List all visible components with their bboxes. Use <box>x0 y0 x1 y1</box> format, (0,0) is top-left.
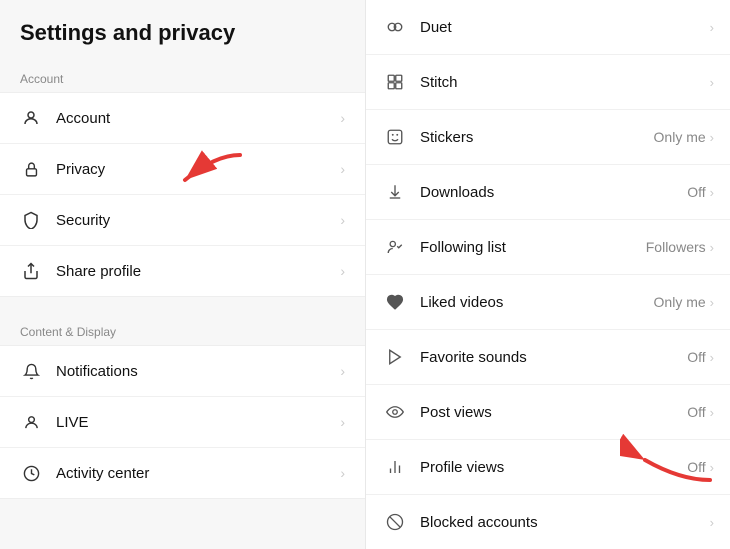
activity-center-label: Activity center <box>56 465 340 482</box>
stickers-chevron: › <box>710 130 714 145</box>
account-icon <box>20 107 42 129</box>
stitch-label: Stitch <box>420 74 706 91</box>
duet-chevron: › <box>710 20 714 35</box>
menu-item-security[interactable]: Security › <box>0 195 365 246</box>
privacy-item-stickers[interactable]: Stickers Only me › <box>366 110 730 165</box>
favorite-sounds-value: Off <box>687 349 705 365</box>
liked-videos-value: Only me <box>654 294 706 310</box>
privacy-item-post-views[interactable]: Post views Off › <box>366 385 730 440</box>
duet-label: Duet <box>420 19 706 36</box>
page-title: Settings and privacy <box>0 20 365 62</box>
blocked-accounts-label: Blocked accounts <box>420 514 706 531</box>
post-views-chevron: › <box>710 405 714 420</box>
activity-center-chevron: › <box>340 465 345 481</box>
downloads-label: Downloads <box>420 184 687 201</box>
profile-views-value: Off <box>687 459 705 475</box>
share-profile-label: Share profile <box>56 263 340 280</box>
content-menu-list: Notifications › LIVE › Activity center › <box>0 345 365 499</box>
live-label: LIVE <box>56 414 340 431</box>
activity-center-icon <box>20 462 42 484</box>
privacy-item-stitch[interactable]: Stitch › <box>366 55 730 110</box>
privacy-item-favorite-sounds[interactable]: Favorite sounds Off › <box>366 330 730 385</box>
profile-views-label: Profile views <box>420 459 687 476</box>
downloads-icon <box>382 179 408 205</box>
blocked-accounts-icon <box>382 509 408 535</box>
post-views-icon <box>382 399 408 425</box>
favorite-sounds-icon <box>382 344 408 370</box>
stickers-value: Only me <box>654 129 706 145</box>
section-label-account: Account <box>0 62 365 92</box>
following-list-icon <box>382 234 408 260</box>
share-profile-icon <box>20 260 42 282</box>
favorite-sounds-chevron: › <box>710 350 714 365</box>
privacy-label: Privacy <box>56 161 340 178</box>
privacy-item-downloads[interactable]: Downloads Off › <box>366 165 730 220</box>
menu-item-privacy[interactable]: Privacy › <box>0 144 365 195</box>
privacy-icon <box>20 158 42 180</box>
menu-item-activity-center[interactable]: Activity center › <box>0 448 365 498</box>
privacy-item-blocked-accounts[interactable]: Blocked accounts › <box>366 495 730 549</box>
notifications-chevron: › <box>340 363 345 379</box>
privacy-items-list: Duet › Stitch › Stickers Only me <box>366 0 730 549</box>
account-chevron: › <box>340 110 345 126</box>
privacy-settings-panel: Duet › Stitch › Stickers Only me <box>365 0 730 549</box>
security-chevron: › <box>340 212 345 228</box>
menu-item-live[interactable]: LIVE › <box>0 397 365 448</box>
security-label: Security <box>56 212 340 229</box>
live-icon <box>20 411 42 433</box>
stitch-icon <box>382 69 408 95</box>
following-list-chevron: › <box>710 240 714 255</box>
live-chevron: › <box>340 414 345 430</box>
favorite-sounds-label: Favorite sounds <box>420 349 687 366</box>
privacy-item-duet[interactable]: Duet › <box>366 0 730 55</box>
privacy-item-following-list[interactable]: Following list Followers › <box>366 220 730 275</box>
privacy-item-profile-views[interactable]: Profile views Off › <box>366 440 730 495</box>
liked-videos-icon <box>382 289 408 315</box>
profile-views-chevron: › <box>710 460 714 475</box>
privacy-chevron: › <box>340 161 345 177</box>
menu-item-share-profile[interactable]: Share profile › <box>0 246 365 296</box>
section-label-content: Content & Display <box>0 315 365 345</box>
liked-videos-chevron: › <box>710 295 714 310</box>
account-menu-list: Account › Privacy › Security › <box>0 92 365 297</box>
following-list-label: Following list <box>420 239 646 256</box>
post-views-value: Off <box>687 404 705 420</box>
privacy-item-liked-videos[interactable]: Liked videos Only me › <box>366 275 730 330</box>
menu-item-notifications[interactable]: Notifications › <box>0 346 365 397</box>
profile-views-icon <box>382 454 408 480</box>
downloads-value: Off <box>687 184 705 200</box>
stickers-label: Stickers <box>420 129 654 146</box>
menu-item-account[interactable]: Account › <box>0 93 365 144</box>
stickers-icon <box>382 124 408 150</box>
notifications-icon <box>20 360 42 382</box>
share-profile-chevron: › <box>340 263 345 279</box>
account-label: Account <box>56 110 340 127</box>
notifications-label: Notifications <box>56 363 340 380</box>
liked-videos-label: Liked videos <box>420 294 654 311</box>
downloads-chevron: › <box>710 185 714 200</box>
security-icon <box>20 209 42 231</box>
duet-icon <box>382 14 408 40</box>
blocked-accounts-chevron: › <box>710 515 714 530</box>
post-views-label: Post views <box>420 404 687 421</box>
following-list-value: Followers <box>646 239 706 255</box>
stitch-chevron: › <box>710 75 714 90</box>
